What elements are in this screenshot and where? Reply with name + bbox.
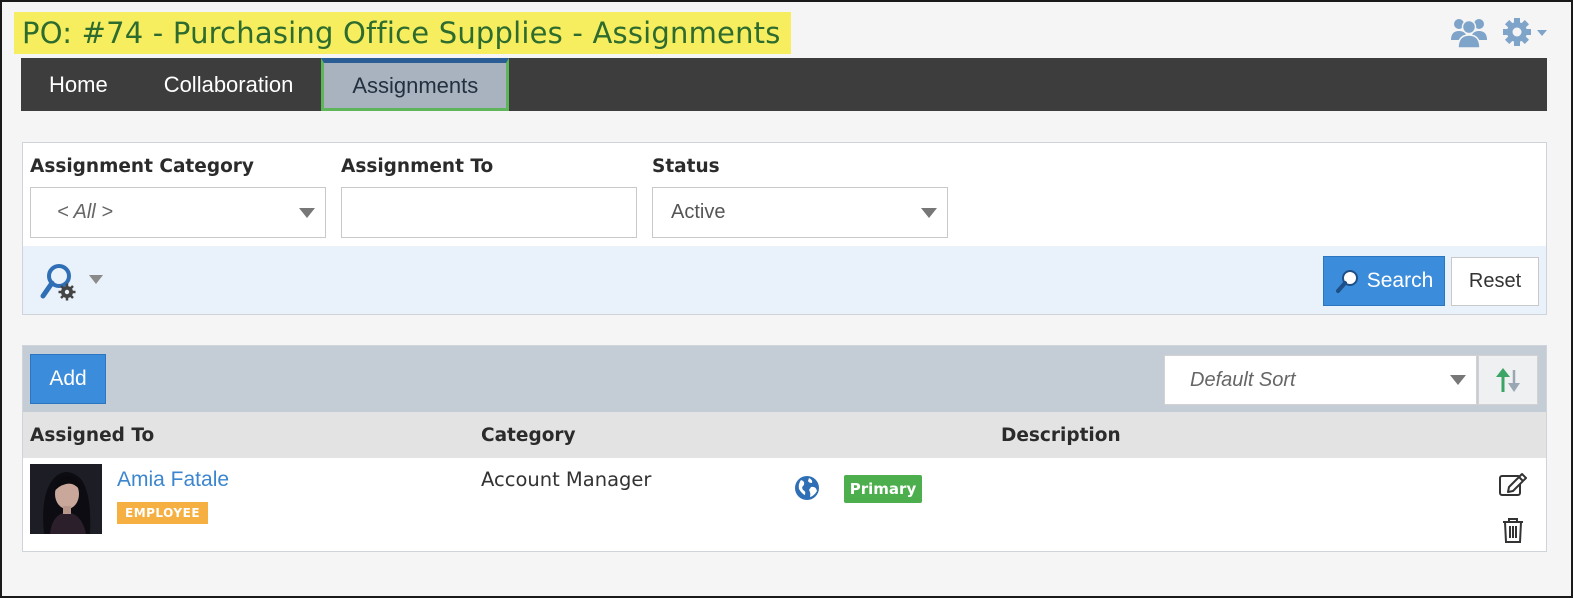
status-select[interactable]: Active (652, 187, 948, 238)
status-label: Status (652, 156, 720, 177)
search-button-label: Search (1366, 269, 1434, 292)
assignee-name-link[interactable]: Amia Fatale (117, 468, 229, 492)
users-icon[interactable] (1450, 16, 1488, 48)
tab-assignments[interactable]: Assignments (321, 58, 510, 111)
category-select-value: < All > (57, 201, 113, 223)
add-button[interactable]: Add (30, 354, 106, 404)
chevron-down-icon (921, 208, 937, 218)
results-panel: Add Default Sort Assigned To Category De… (22, 345, 1547, 552)
filter-action-bar: Search Reset (23, 246, 1546, 314)
chevron-down-icon (89, 274, 103, 284)
advanced-search-button[interactable] (39, 262, 103, 302)
filter-panel: Assignment Category < All > Assignment T… (22, 142, 1547, 315)
search-icon (1335, 270, 1358, 293)
app-frame: PO: #74 - Purchasing Office Supplies - A… (0, 0, 1573, 598)
page-title-highlight: PO: #74 - Purchasing Office Supplies - A… (14, 12, 791, 54)
results-toolbar: Add Default Sort (23, 346, 1546, 412)
tab-home[interactable]: Home (21, 58, 136, 111)
column-header-assigned-to[interactable]: Assigned To (30, 425, 154, 446)
top-icons (1450, 16, 1547, 48)
table-header: Assigned To Category Description (23, 412, 1546, 458)
main-nav: Home Collaboration Assignments (21, 58, 1547, 111)
page-title: PO: #74 - Purchasing Office Supplies - A… (22, 16, 781, 50)
primary-badge: Primary (844, 475, 922, 503)
chevron-down-icon (1537, 30, 1547, 36)
status-field: Status Active (652, 155, 948, 238)
globe-icon[interactable] (794, 475, 820, 506)
assignment-to-input[interactable] (341, 187, 637, 238)
trash-icon[interactable] (1501, 516, 1525, 549)
assignment-to-field: Assignment To (341, 155, 637, 238)
category-select[interactable]: < All > (30, 187, 326, 238)
gear-icon[interactable] (1502, 17, 1547, 47)
assignment-to-label: Assignment To (341, 156, 494, 177)
category-value: Account Manager (481, 468, 652, 491)
category-label: Assignment Category (30, 156, 254, 177)
sort-arrows-icon (1496, 368, 1520, 392)
tab-collaboration[interactable]: Collaboration (136, 58, 322, 111)
sort-select-value: Default Sort (1190, 368, 1296, 391)
chevron-down-icon (1450, 375, 1466, 385)
employee-badge: EMPLOYEE (117, 502, 209, 524)
edit-icon[interactable] (1498, 470, 1528, 503)
chevron-down-icon (299, 208, 315, 218)
column-header-category[interactable]: Category (481, 425, 576, 446)
search-button[interactable]: Search (1323, 256, 1445, 306)
sort-select[interactable]: Default Sort (1164, 355, 1477, 405)
avatar[interactable] (30, 464, 102, 534)
column-header-description[interactable]: Description (1001, 425, 1121, 446)
reset-button[interactable]: Reset (1451, 257, 1539, 306)
category-field: Assignment Category < All > (30, 155, 326, 238)
table-row: Amia Fatale EMPLOYEE Account Manager Pri… (23, 458, 1546, 551)
status-select-value: Active (671, 201, 726, 223)
search-settings-icon (40, 264, 76, 301)
sort-direction-button[interactable] (1478, 355, 1538, 405)
